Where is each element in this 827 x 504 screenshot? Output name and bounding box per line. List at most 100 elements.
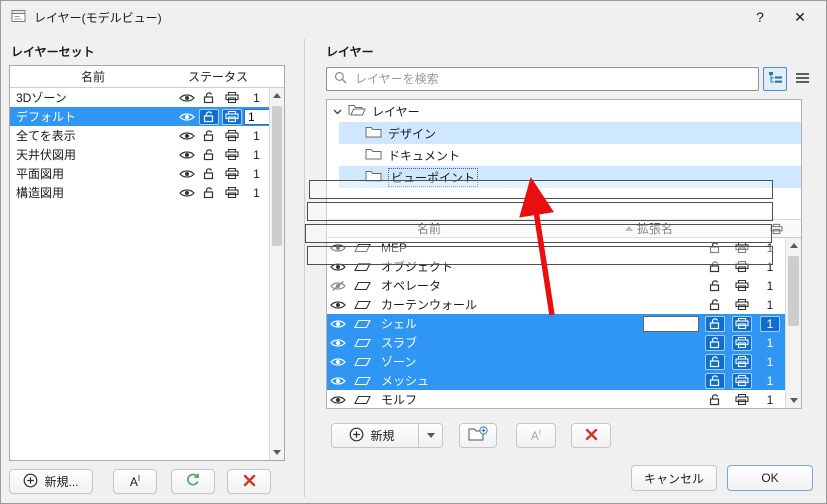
chevron-down-icon[interactable] <box>333 104 342 118</box>
layerset-row[interactable]: 構造図用 1 <box>10 183 269 202</box>
new-layerset-button[interactable]: 新規... <box>9 469 93 494</box>
lock-icon[interactable] <box>701 372 729 389</box>
eye-icon[interactable] <box>176 169 198 179</box>
column-header-status[interactable]: ステータス <box>176 68 284 85</box>
tree-folder-document[interactable]: ドキュメント <box>327 144 801 166</box>
printer-icon[interactable] <box>729 298 755 311</box>
scrollbar-thumb[interactable] <box>272 106 282 246</box>
layer-row-selected[interactable]: スラブ 1 <box>327 333 785 352</box>
dropdown-arrow-icon <box>426 433 435 438</box>
search-icon <box>334 71 347 87</box>
search-input[interactable] <box>353 71 751 87</box>
delete-layer-button[interactable] <box>571 423 611 448</box>
printer-icon[interactable] <box>729 353 755 370</box>
layer-type-icon <box>349 281 375 291</box>
lock-icon[interactable] <box>701 315 729 332</box>
ok-button[interactable]: OK <box>727 465 813 491</box>
layer-row[interactable]: モルフ 1 <box>327 390 785 408</box>
scroll-down-icon[interactable] <box>270 445 284 460</box>
eye-icon[interactable] <box>176 188 198 198</box>
rename-layerset-button[interactable]: AI <box>113 469 157 494</box>
tree-root-layers[interactable]: レイヤー <box>327 100 801 122</box>
printer-icon[interactable] <box>729 279 755 292</box>
new-layer-split-button[interactable]: 新規 <box>331 423 443 448</box>
lock-icon[interactable] <box>701 353 729 370</box>
layerset-header[interactable]: 名前 ステータス <box>10 66 284 88</box>
printer-icon[interactable] <box>220 129 244 142</box>
refresh-icon <box>185 472 201 491</box>
printer-icon[interactable] <box>220 186 244 199</box>
lock-icon[interactable] <box>198 148 220 161</box>
layerset-row[interactable]: 全てを表示 1 <box>10 126 269 145</box>
layer-row-selected[interactable]: ゾーン 1 <box>327 352 785 371</box>
eye-icon[interactable] <box>327 338 349 348</box>
printer-icon[interactable] <box>729 315 755 332</box>
update-layerset-button[interactable] <box>171 469 215 494</box>
layerset-name: 構造図用 <box>16 186 65 200</box>
layerset-row-selected[interactable]: デフォルト 1 <box>10 107 274 126</box>
scroll-down-icon[interactable] <box>786 393 801 408</box>
layerset-row[interactable]: 天井伏図用 1 <box>10 145 269 164</box>
eye-icon[interactable] <box>176 150 198 160</box>
lock-icon[interactable] <box>198 167 220 180</box>
eye-icon[interactable] <box>327 300 349 310</box>
printer-icon[interactable] <box>729 334 755 351</box>
titlebar: レイヤー(モデルビュー) ? ✕ <box>1 1 826 33</box>
eye-off-icon[interactable] <box>327 280 349 291</box>
printer-icon[interactable] <box>220 91 244 104</box>
lock-icon[interactable] <box>198 108 220 125</box>
layer-name: スラブ <box>381 336 418 350</box>
eye-icon[interactable] <box>327 319 349 329</box>
rename-layer-button[interactable]: AI <box>516 423 556 448</box>
layer-count: 1 <box>766 373 774 388</box>
new-layer-dropdown[interactable] <box>418 424 442 447</box>
new-folder-button[interactable] <box>459 423 497 448</box>
layer-count: 1 <box>253 128 260 143</box>
printer-icon[interactable] <box>220 108 244 125</box>
delete-x-icon <box>243 474 256 490</box>
eye-icon[interactable] <box>176 93 198 103</box>
layer-count-edit[interactable]: 1 <box>244 108 274 125</box>
layerset-row[interactable]: 平面図用 1 <box>10 164 269 183</box>
tree-folder-design[interactable]: デザイン <box>339 122 801 144</box>
printer-icon[interactable] <box>729 393 755 406</box>
layerset-row[interactable]: 3Dゾーン 1 <box>10 88 269 107</box>
printer-icon[interactable] <box>220 148 244 161</box>
scrollbar-thumb[interactable] <box>788 256 799 326</box>
cancel-button[interactable]: キャンセル <box>631 465 717 491</box>
eye-icon[interactable] <box>176 112 198 122</box>
extension-edit-field[interactable] <box>613 315 701 332</box>
lock-icon[interactable] <box>198 91 220 104</box>
lock-icon[interactable] <box>701 334 729 351</box>
new-layer-button[interactable]: 新規 <box>332 427 412 445</box>
delete-layerset-button[interactable] <box>227 469 271 494</box>
layer-count: 1 <box>253 185 260 200</box>
lock-icon[interactable] <box>198 129 220 142</box>
scroll-up-icon[interactable] <box>270 88 284 103</box>
lock-icon[interactable] <box>701 298 729 311</box>
layer-row-selected[interactable]: メッシュ 1 <box>327 371 785 390</box>
column-header-name[interactable]: 名前 <box>10 68 176 85</box>
help-button[interactable]: ? <box>744 4 776 30</box>
tree-view-toggle[interactable] <box>763 67 787 91</box>
layer-count: 1 <box>766 354 774 369</box>
close-button[interactable]: ✕ <box>784 4 816 30</box>
eye-icon[interactable] <box>327 376 349 386</box>
printer-icon[interactable] <box>729 372 755 389</box>
lock-icon[interactable] <box>701 279 729 292</box>
dialog-title: レイヤー(モデルビュー) <box>34 10 162 25</box>
eye-icon[interactable] <box>176 131 198 141</box>
eye-icon[interactable] <box>327 357 349 367</box>
layer-scrollbar[interactable] <box>785 238 801 408</box>
layer-search-box[interactable] <box>326 67 759 91</box>
list-view-toggle[interactable] <box>790 67 814 91</box>
layer-count: 1 <box>253 166 260 181</box>
lock-icon[interactable] <box>701 393 729 406</box>
lock-icon[interactable] <box>198 186 220 199</box>
new-layerset-label: 新規... <box>44 475 79 489</box>
scroll-up-icon[interactable] <box>786 238 801 253</box>
layer-type-icon <box>349 338 375 348</box>
printer-icon[interactable] <box>220 167 244 180</box>
eye-icon[interactable] <box>327 395 349 405</box>
layerset-scrollbar[interactable] <box>269 88 284 460</box>
